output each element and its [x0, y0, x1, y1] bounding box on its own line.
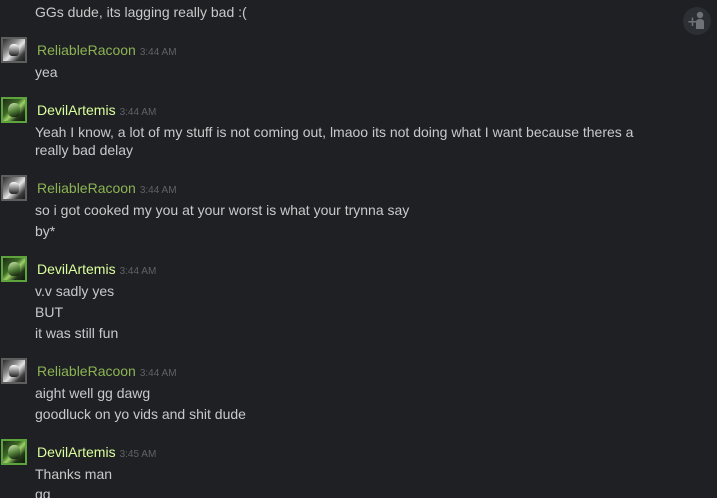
message-text: GGs dude, its lagging really bad :(	[35, 4, 247, 20]
message-text: gg	[35, 486, 51, 498]
message-text: aight well gg dawg	[35, 385, 151, 401]
timestamp: 3:45 AM	[119, 449, 157, 460]
username[interactable]: DevilArtemis	[37, 444, 116, 460]
message-header: ReliableRacoon 3:44 AM	[37, 40, 177, 60]
message-text: it was still fun	[35, 325, 119, 341]
message-text: so i got cooked my you at your worst is …	[35, 202, 410, 218]
message-text: goodluck on yo vids and shit dude	[35, 406, 246, 422]
chat-log: + GGs dude, its lagging really bad :( Re…	[0, 0, 717, 498]
username[interactable]: ReliableRacoon	[37, 42, 136, 58]
message-text: v.v sadly yes	[35, 283, 115, 299]
timestamp: 3:44 AM	[139, 185, 177, 196]
avatar[interactable]	[1, 358, 27, 384]
message-text: Thanks man	[35, 466, 113, 482]
username[interactable]: DevilArtemis	[37, 261, 116, 277]
avatar[interactable]	[1, 175, 27, 201]
message-text: yea	[35, 64, 58, 80]
username[interactable]: DevilArtemis	[37, 102, 116, 118]
message-header: DevilArtemis 3:44 AM	[37, 259, 156, 279]
message-text: by*	[35, 223, 56, 239]
message-text: really bad delay	[35, 142, 134, 158]
add-user-icon: +	[687, 11, 704, 30]
avatar[interactable]	[1, 37, 27, 63]
timestamp: 3:44 AM	[119, 266, 157, 277]
message-header: ReliableRacoon 3:44 AM	[37, 178, 177, 198]
message-header: DevilArtemis 3:45 AM	[37, 442, 156, 462]
timestamp: 3:44 AM	[139, 368, 177, 379]
message-header: DevilArtemis 3:44 AM	[37, 100, 156, 120]
message-header: ReliableRacoon 3:44 AM	[37, 361, 177, 381]
add-friend-button[interactable]: +	[683, 7, 711, 35]
message-text: BUT	[35, 304, 63, 320]
username[interactable]: ReliableRacoon	[37, 180, 136, 196]
avatar[interactable]	[1, 256, 27, 282]
avatar[interactable]	[1, 439, 27, 465]
username[interactable]: ReliableRacoon	[37, 363, 136, 379]
timestamp: 3:44 AM	[139, 47, 177, 58]
timestamp: 3:44 AM	[119, 107, 157, 118]
avatar[interactable]	[1, 97, 27, 123]
message-text: Yeah I know, a lot of my stuff is not co…	[35, 124, 634, 140]
